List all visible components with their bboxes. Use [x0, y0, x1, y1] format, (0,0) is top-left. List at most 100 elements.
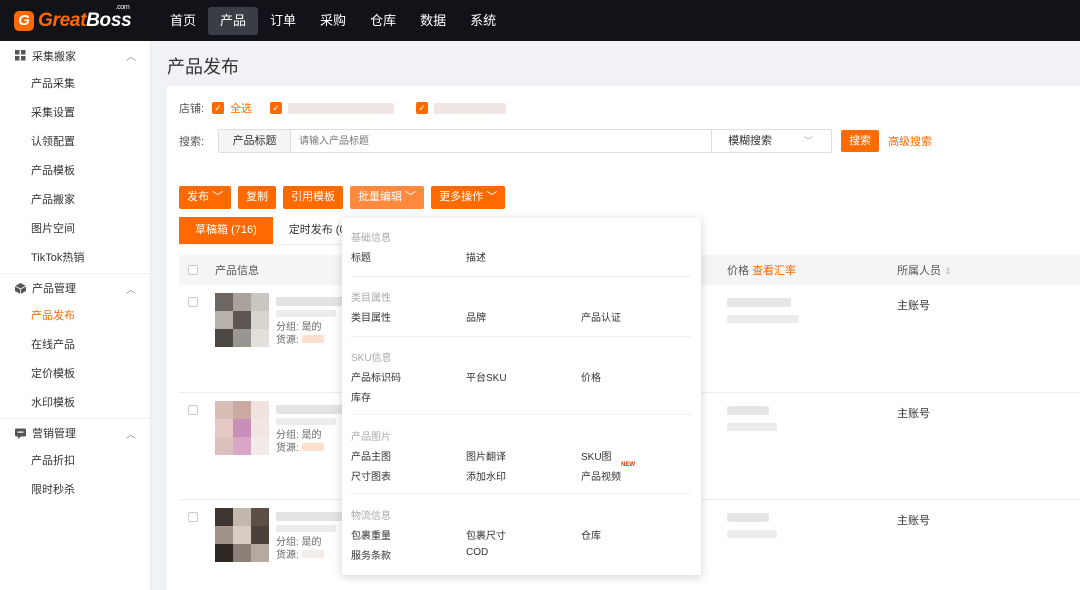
nav-order[interactable]: 订单	[258, 7, 308, 35]
batch-edit-menu: 基础信息 标题 描述 类目属性 类目属性 品牌 产品认证 SKU信息 产品标识码…	[342, 218, 701, 575]
menu-item-price[interactable]: 价格	[581, 369, 691, 384]
sort-icon[interactable]: ⇕	[944, 266, 952, 276]
nav-warehouse[interactable]: 仓库	[358, 7, 408, 35]
sidebar-item-tiktok-hot[interactable]: TikTok热销	[0, 244, 150, 273]
shop-checkbox[interactable]: ✓	[270, 102, 283, 114]
menu-item-add-watermark[interactable]: 添加水印	[466, 468, 581, 483]
menu-item-brand[interactable]: 品牌	[466, 309, 581, 324]
sidebar-item-product-template[interactable]: 产品模板	[0, 157, 150, 186]
menu-item-size-chart[interactable]: 尺寸图表	[351, 468, 466, 483]
menu-item-platform-sku[interactable]: 平台SKU	[466, 369, 581, 384]
search-mode-select[interactable]: 模糊搜索 ﹀	[711, 130, 831, 152]
sidebar-group-collect[interactable]: 采集搬家 ︿	[0, 41, 150, 70]
price-redacted	[727, 315, 799, 323]
sidebar-group-label: 营销管理	[32, 428, 76, 440]
sidebar-item-pricing-template[interactable]: 定价模板	[0, 360, 150, 389]
search-field-select[interactable]: 产品标题	[219, 130, 292, 152]
sidebar-item-claim-config[interactable]: 认领配置	[0, 128, 150, 157]
menu-section-title: 基础信息	[351, 233, 391, 244]
menu-item-title[interactable]: 标题	[351, 249, 466, 264]
nav-system[interactable]: 系统	[458, 7, 508, 35]
menu-section-title: 类目属性	[351, 293, 391, 304]
search-row: 搜索: 产品标题 模糊搜索﹀ 搜索 高级搜索	[179, 129, 932, 153]
row-checkbox[interactable]	[188, 512, 198, 522]
select-all-checkbox[interactable]: ✓	[212, 102, 225, 114]
price-redacted	[727, 406, 769, 415]
menu-section-logistics: 物流信息 包裹重量 包裹尺寸 仓库 服务条款 COD	[351, 507, 691, 562]
price-redacted	[727, 423, 777, 431]
sidebar-item-flash-sale[interactable]: 限时秒杀	[0, 476, 150, 505]
owner-name: 主账号	[897, 300, 930, 312]
menu-section-images: 产品图片 产品主图 图片翻译 SKU图 尺寸图表 添加水印 产品视频NEW	[351, 428, 691, 483]
sidebar-item-image-space[interactable]: 图片空间	[0, 215, 150, 244]
search-button[interactable]: 搜索	[841, 130, 880, 152]
nav-product[interactable]: 产品	[208, 6, 259, 35]
menu-item-image-translate[interactable]: 图片翻译	[466, 448, 581, 463]
row-checkbox[interactable]	[188, 297, 198, 307]
menu-item-certification[interactable]: 产品认证	[581, 309, 691, 324]
message-icon	[14, 427, 26, 439]
col-price: 价格 查看汇率	[727, 265, 797, 277]
chevron-down-icon: ﹀	[486, 191, 498, 203]
batch-edit-button[interactable]: 批量编辑 ﹀	[350, 186, 425, 209]
menu-item-warehouse[interactable]: 仓库	[581, 527, 691, 542]
menu-divider	[351, 336, 691, 337]
nav-home[interactable]: 首页	[158, 7, 208, 35]
shop-filter-row: 店铺: ✓ 全选 ✓ ✓	[179, 100, 507, 116]
select-all-rows-checkbox[interactable]	[188, 265, 198, 275]
more-actions-button[interactable]: 更多操作 ﹀	[431, 186, 506, 209]
sidebar-item-collect-settings[interactable]: 采集设置	[0, 99, 150, 128]
menu-item-stock[interactable]: 库存	[351, 389, 466, 404]
menu-item-identifier[interactable]: 产品标识码	[351, 369, 466, 384]
search-input[interactable]	[291, 130, 712, 152]
menu-section-title: 产品图片	[351, 432, 391, 443]
shop-checkbox[interactable]: ✓	[416, 102, 429, 114]
use-template-button[interactable]: 引用模板	[283, 186, 344, 209]
menu-item-product-video[interactable]: 产品视频NEW	[581, 462, 691, 483]
price-redacted	[727, 530, 777, 538]
product-thumbnail[interactable]	[215, 508, 269, 562]
nav-purchase[interactable]: 采购	[308, 7, 358, 35]
menu-item-service-terms[interactable]: 服务条款	[351, 547, 466, 562]
menu-item-sku-image[interactable]: SKU图	[581, 448, 691, 463]
menu-item-category-attributes[interactable]: 类目属性	[351, 309, 466, 324]
owner-name: 主账号	[897, 408, 930, 420]
logo-mark: G	[14, 10, 34, 31]
menu-section-category: 类目属性 类目属性 品牌 产品认证	[351, 289, 691, 324]
menu-item-package-weight[interactable]: 包裹重量	[351, 527, 466, 542]
nav-data[interactable]: 数据	[408, 7, 458, 35]
sidebar-item-product-move[interactable]: 产品搬家	[0, 186, 150, 215]
menu-section-title: SKU信息	[351, 353, 392, 364]
sidebar-group-marketing[interactable]: 营销管理 ︿	[0, 418, 150, 447]
menu-item-main-image[interactable]: 产品主图	[351, 448, 466, 463]
publish-button[interactable]: 发布 ﹀	[179, 186, 232, 209]
menu-item-package-size[interactable]: 包裹尺寸	[466, 527, 581, 542]
sidebar-item-product-discount[interactable]: 产品折扣	[0, 447, 150, 476]
sidebar-item-product-publish[interactable]: 产品发布	[0, 302, 150, 331]
view-exchange-rate-link[interactable]: 查看汇率	[752, 265, 796, 277]
col-owner: 所属人员 ⇕	[897, 265, 952, 277]
top-navbar: G GreatBoss .com 首页 产品 订单 采购 仓库 数据 系统	[0, 0, 1080, 41]
advanced-search-link[interactable]: 高级搜索	[888, 133, 932, 149]
sidebar: 采集搬家 ︿ 产品采集 采集设置 认领配置 产品模板 产品搬家 图片空间 Tik…	[0, 41, 151, 590]
product-thumbnail[interactable]	[215, 401, 269, 455]
copy-button[interactable]: 复制	[238, 186, 277, 209]
page-title: 产品发布	[167, 57, 239, 77]
row-meta: 分组: 是的 货源:	[276, 322, 324, 346]
tab-drafts[interactable]: 草稿箱 (716)	[179, 217, 273, 244]
select-all-label[interactable]: 全选	[230, 100, 252, 116]
sidebar-group-product-manage[interactable]: 产品管理 ︿	[0, 273, 150, 302]
sidebar-item-online-products[interactable]: 在线产品	[0, 331, 150, 360]
search-box: 产品标题 模糊搜索﹀	[218, 129, 833, 153]
grid-icon	[14, 50, 26, 62]
row-checkbox[interactable]	[188, 405, 198, 415]
sidebar-item-product-collect[interactable]: 产品采集	[0, 70, 150, 99]
title-redacted	[276, 418, 336, 425]
brand-logo[interactable]: G GreatBoss .com	[0, 0, 150, 41]
sidebar-item-watermark-template[interactable]: 水印模板	[0, 389, 150, 418]
menu-divider	[351, 493, 691, 494]
chevron-up-icon: ︿	[126, 52, 136, 63]
product-thumbnail[interactable]	[215, 293, 269, 347]
menu-item-description[interactable]: 描述	[466, 249, 581, 264]
menu-item-cod[interactable]: COD	[466, 547, 581, 562]
